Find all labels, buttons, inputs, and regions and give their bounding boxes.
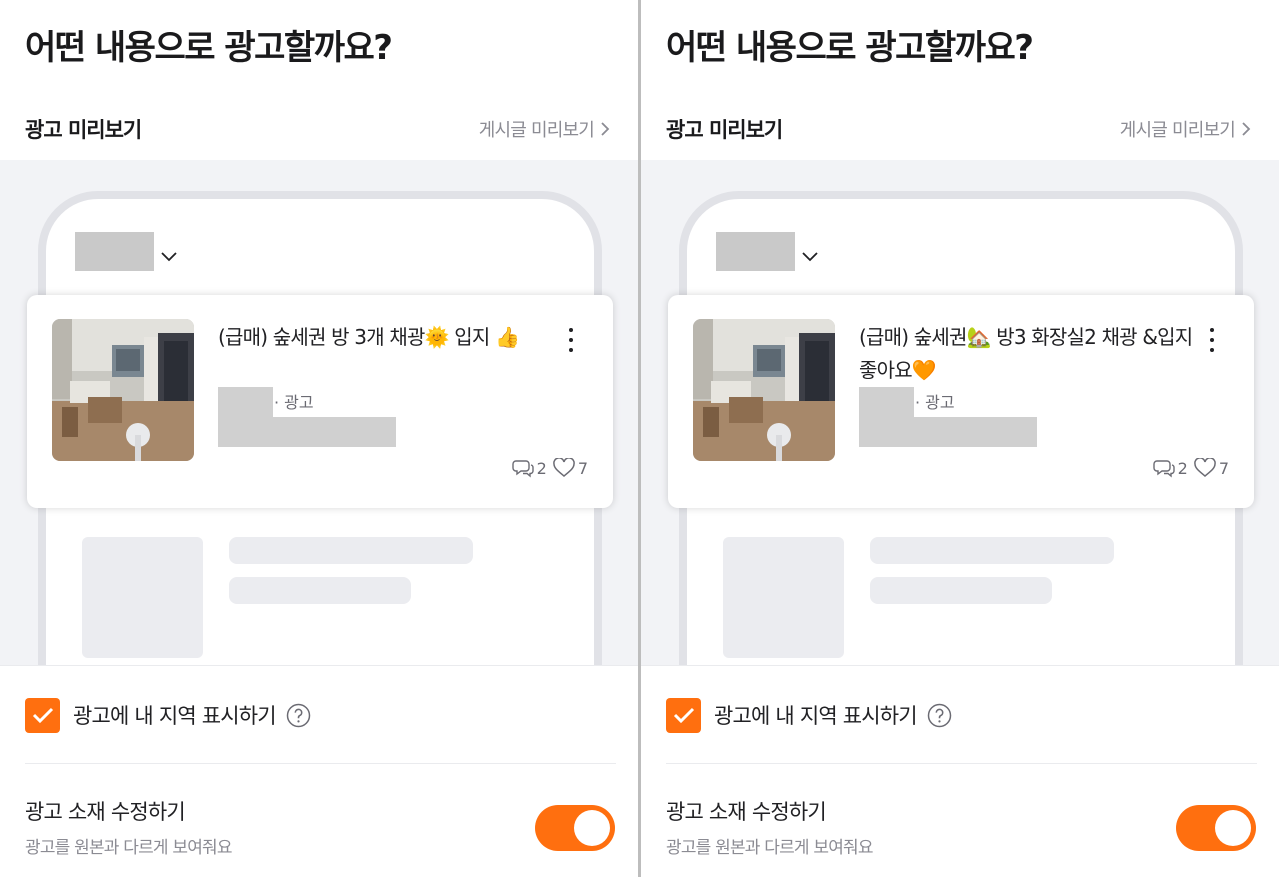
post-preview-link-label: 게시글 미리보기 <box>1119 120 1236 141</box>
ad-preview-label: 광고 미리보기 <box>25 118 142 142</box>
edit-creative-subtitle: 광고를 원본과 다르게 보여줘요 <box>666 838 874 858</box>
show-region-option: 광고에 내 지역 표시하기 <box>25 697 311 733</box>
ad-stats: 2 7 <box>1152 458 1229 478</box>
skeleton-line <box>229 537 473 564</box>
skeleton-thumbnail <box>82 537 203 658</box>
page-title: 어떤 내용으로 광고할까요? <box>25 28 393 68</box>
comment-count: 2 <box>536 458 547 478</box>
check-icon <box>32 707 53 724</box>
show-region-label: 광고에 내 지역 표시하기 <box>73 704 277 728</box>
skeleton-line <box>870 577 1052 604</box>
section-divider <box>0 665 638 666</box>
ad-thumbnail-image <box>52 319 194 461</box>
location-placeholder <box>75 232 154 271</box>
edit-creative-subtitle: 광고를 원본과 다르게 보여줘요 <box>25 838 233 858</box>
preview-header: 광고 미리보기 게시글 미리보기 <box>25 112 610 144</box>
question-circle-icon[interactable] <box>286 703 311 728</box>
like-count: 7 <box>1218 458 1229 478</box>
toggle-knob <box>1215 810 1251 846</box>
ad-title: (급매) 숲세권🏡 방3 화장실2 채광 &입지 좋아요🧡 <box>859 325 1193 382</box>
edit-creative-toggle[interactable] <box>535 805 615 851</box>
section-divider <box>641 665 1279 666</box>
nickname-placeholder <box>859 387 914 417</box>
chevron-down-icon[interactable] <box>801 250 819 262</box>
ad-thumbnail-image <box>693 319 835 461</box>
ad-card[interactable]: (급매) 숲세권🏡 방3 화장실2 채광 &입지 좋아요🧡 · 광고 2 7 <box>668 295 1254 508</box>
show-region-option: 광고에 내 지역 표시하기 <box>666 697 952 733</box>
like-count: 7 <box>577 458 588 478</box>
ad-tag: · 광고 <box>915 393 955 412</box>
more-vertical-icon[interactable] <box>1200 325 1224 355</box>
edit-creative-toggle[interactable] <box>1176 805 1256 851</box>
ad-preview-area: (급매) 숲세권🏡 방3 화장실2 채광 &입지 좋아요🧡 · 광고 2 7 <box>641 160 1279 665</box>
skeleton-thumbnail <box>723 537 844 658</box>
location-placeholder <box>716 232 795 271</box>
comment-icon <box>1152 460 1175 478</box>
comment-icon <box>511 460 534 478</box>
ad-title: (급매) 숲세권 방 3개 채광🌞 입지 👍 <box>218 325 520 349</box>
skeleton-line <box>229 577 411 604</box>
show-region-checkbox[interactable] <box>25 697 60 733</box>
edit-creative-title: 광고 소재 수정하기 <box>666 800 827 824</box>
option-divider <box>25 763 616 764</box>
show-region-checkbox[interactable] <box>666 697 701 733</box>
check-icon <box>673 707 694 724</box>
ad-card[interactable]: (급매) 숲세권 방 3개 채광🌞 입지 👍 · 광고 2 7 <box>27 295 613 508</box>
like-stat: 7 <box>553 458 588 478</box>
like-stat: 7 <box>1194 458 1229 478</box>
toggle-knob <box>574 810 610 846</box>
comment-count: 2 <box>1177 458 1188 478</box>
meta-placeholder <box>218 417 396 447</box>
chevron-right-icon <box>601 122 610 136</box>
show-region-label: 광고에 내 지역 표시하기 <box>714 704 918 728</box>
comment-stat: 2 <box>1152 458 1188 478</box>
right-panel: 어떤 내용으로 광고할까요? 광고 미리보기 게시글 미리보기 (급매) 숲세권… <box>641 0 1279 877</box>
edit-creative-title: 광고 소재 수정하기 <box>25 800 186 824</box>
left-panel: 어떤 내용으로 광고할까요? 광고 미리보기 게시글 미리보기 (급매) 숲세권… <box>0 0 638 877</box>
meta-placeholder <box>859 417 1037 447</box>
ad-preview-area: (급매) 숲세권 방 3개 채광🌞 입지 👍 · 광고 2 7 <box>0 160 638 665</box>
comment-stat: 2 <box>511 458 547 478</box>
chevron-right-icon <box>1242 122 1251 136</box>
option-divider <box>666 763 1257 764</box>
nickname-placeholder <box>218 387 273 417</box>
heart-icon <box>1194 458 1216 477</box>
ad-tag: · 광고 <box>274 393 314 412</box>
post-preview-link[interactable]: 게시글 미리보기 <box>1120 116 1251 142</box>
heart-icon <box>553 458 575 477</box>
skeleton-line <box>870 537 1114 564</box>
chevron-down-icon[interactable] <box>160 250 178 262</box>
post-preview-link[interactable]: 게시글 미리보기 <box>479 116 610 142</box>
question-circle-icon[interactable] <box>927 703 952 728</box>
preview-header: 광고 미리보기 게시글 미리보기 <box>666 112 1251 144</box>
ad-stats: 2 7 <box>511 458 588 478</box>
post-preview-link-label: 게시글 미리보기 <box>478 120 595 141</box>
page-title: 어떤 내용으로 광고할까요? <box>666 28 1034 68</box>
more-vertical-icon[interactable] <box>559 325 583 355</box>
ad-preview-label: 광고 미리보기 <box>666 118 783 142</box>
